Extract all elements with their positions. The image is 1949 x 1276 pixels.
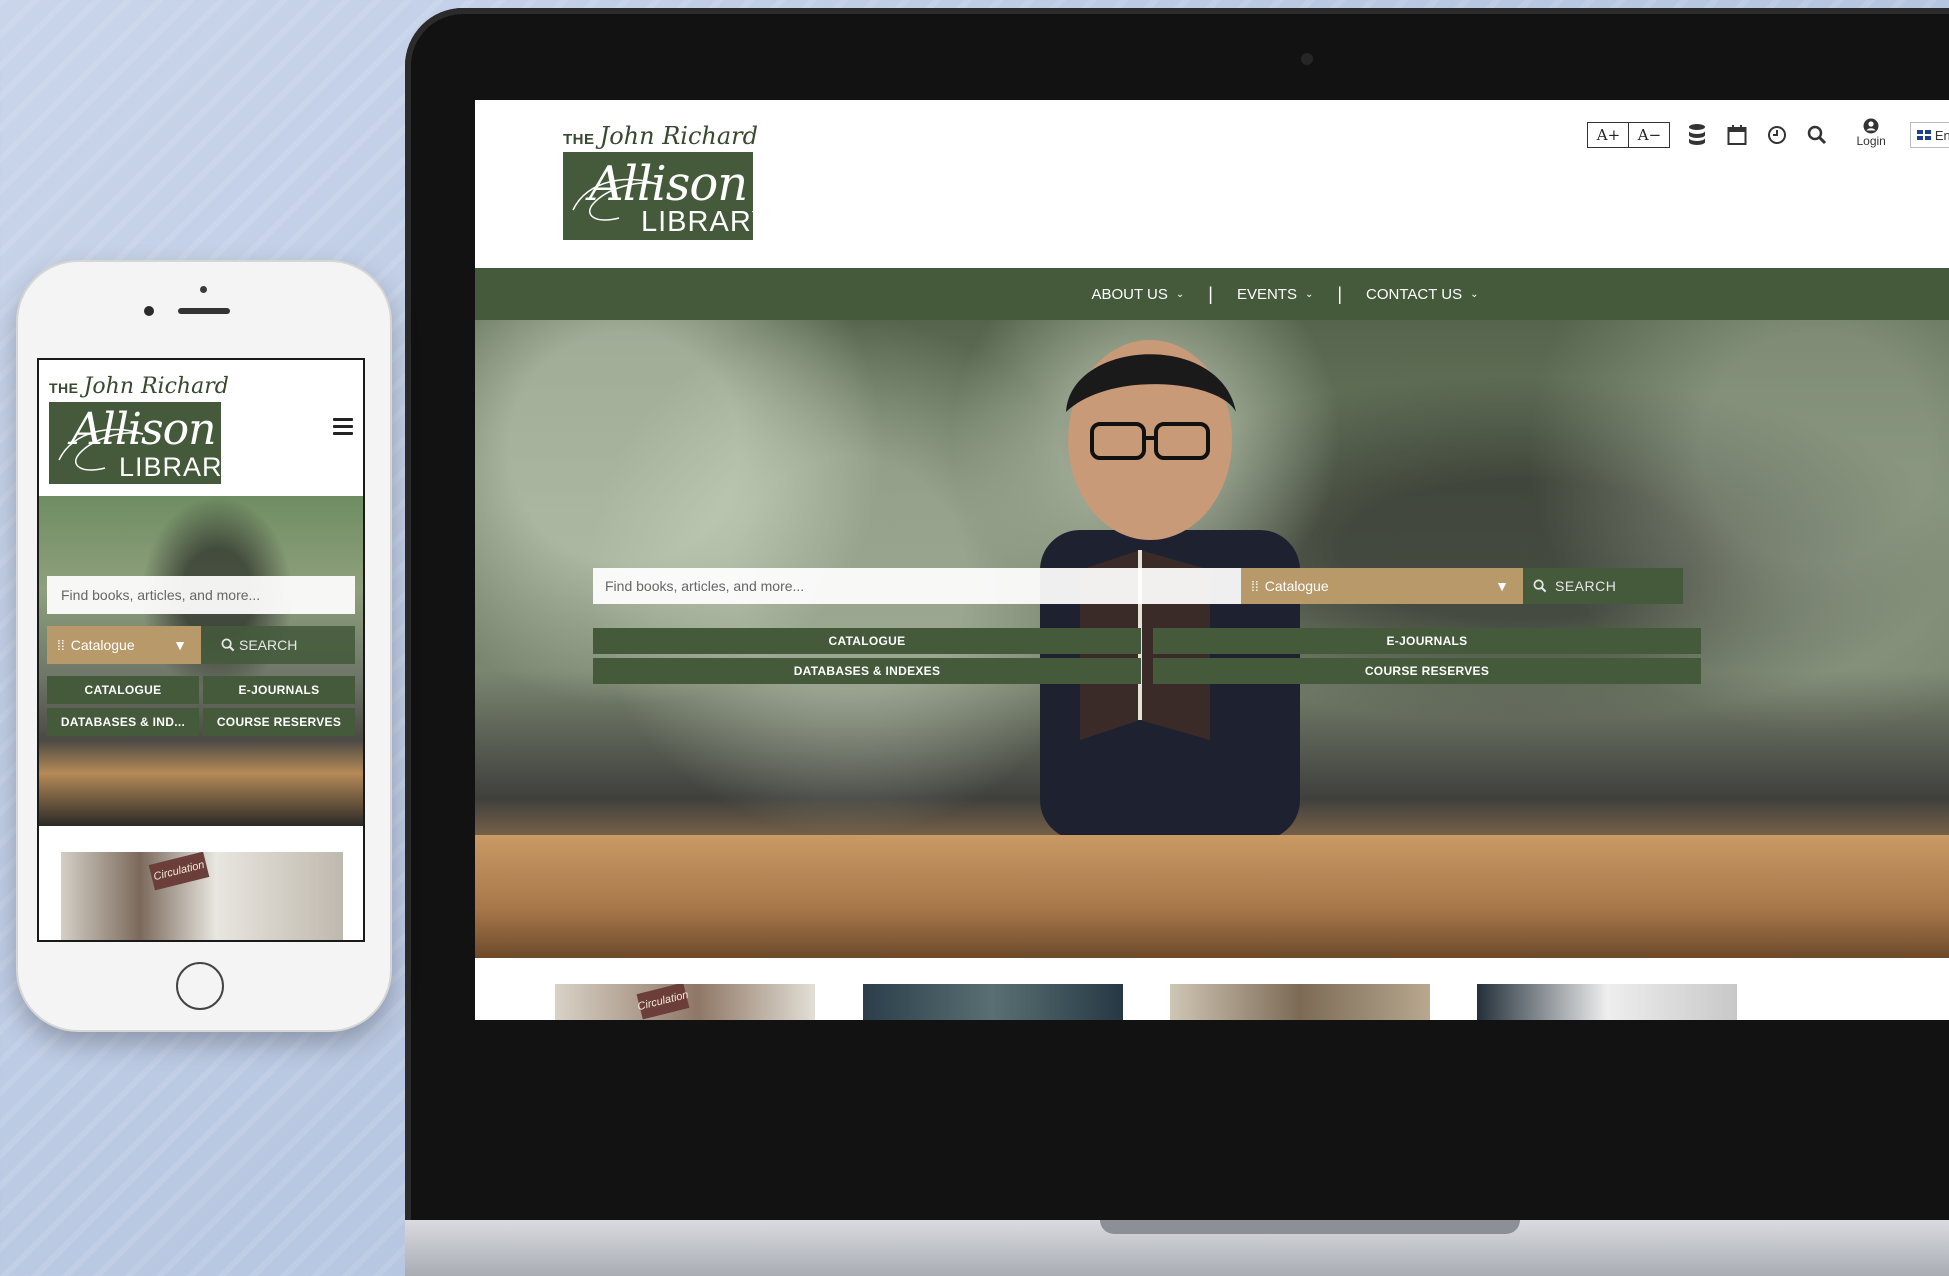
nav-item-contact-us[interactable]: CONTACT US ⌄	[1342, 286, 1503, 303]
font-size-controls: A+ A−	[1587, 122, 1671, 148]
quick-link-course-reserves[interactable]: COURSE RESERVES	[1153, 658, 1701, 684]
hero-banner: ⁞⁞ Catalogue ▼ SEARCH CATALOGUE E-JOURNA…	[475, 320, 1949, 958]
hero-table	[475, 835, 1949, 958]
home-button[interactable]	[176, 962, 224, 1010]
quick-link-databases[interactable]: DATABASES & INDEXES	[593, 658, 1141, 684]
font-increase-button[interactable]: A+	[1588, 123, 1630, 147]
logo-allison: Allison	[589, 156, 748, 212]
logo-title-line: THE John Richard	[563, 122, 758, 150]
mobile-hero: Find books, articles, and more... ⁞⁞ Cat…	[39, 496, 363, 826]
mobile-header: THE John Richard Allison LIBRARY	[39, 360, 363, 496]
logo-name: John Richard	[83, 374, 229, 399]
grid-icon: ⁞⁞	[1251, 578, 1259, 594]
search-icon	[1533, 579, 1547, 593]
main-nav: ABOUT US ⌄ | EVENTS ⌄ | CONTACT US ⌄	[475, 268, 1949, 320]
quick-link-e-journals[interactable]: E-JOURNALS	[1153, 628, 1701, 654]
user-icon	[1863, 118, 1879, 134]
nav-label: ABOUT US	[1091, 285, 1168, 303]
laptop-camera	[1301, 53, 1313, 65]
login-button[interactable]: Login	[1856, 118, 1886, 148]
header-tools: A+ A− Login En	[1587, 118, 1949, 168]
uk-flag-icon	[1916, 130, 1931, 140]
feature-thumbnail[interactable]: Circulation	[555, 984, 815, 1024]
mobile-search-button[interactable]: SEARCH	[201, 626, 355, 664]
mobile-scope-select[interactable]: ⁞⁞ Catalogue ▼	[47, 626, 201, 664]
phone-camera	[144, 306, 154, 316]
search-button[interactable]: SEARCH	[1523, 568, 1683, 604]
logo-name: John Richard	[599, 122, 758, 150]
feature-thumbnail[interactable]: Circulation	[61, 852, 343, 940]
mobile-search-controls: ⁞⁞ Catalogue ▼ SEARCH	[47, 626, 355, 664]
nav-label: EVENTS	[1236, 285, 1297, 303]
mobile-feature-section: Circulation	[39, 826, 363, 940]
phone-speaker	[178, 308, 230, 314]
quick-links: CATALOGUE E-JOURNALS DATABASES & INDEXES…	[593, 628, 1949, 684]
feature-thumbnail[interactable]	[1477, 984, 1737, 1024]
mobile-quick-links: CATALOGUE E-JOURNALS DATABASES & IND... …	[47, 676, 355, 736]
search-icon[interactable]	[1804, 120, 1830, 150]
nav-item-events[interactable]: EVENTS ⌄	[1213, 286, 1337, 303]
circulation-sign: Circulation	[148, 852, 210, 891]
clock-icon[interactable]	[1764, 120, 1790, 150]
search-button-label: SEARCH	[1555, 578, 1617, 594]
hamburger-menu-icon[interactable]	[333, 418, 353, 435]
login-label: Login	[1856, 134, 1886, 148]
feature-thumbnail[interactable]	[1170, 984, 1430, 1024]
quick-link-e-journals[interactable]: E-JOURNALS	[203, 676, 355, 704]
logo-box: Allison LIBRARY	[563, 152, 771, 240]
font-decrease-button[interactable]: A−	[1629, 123, 1670, 147]
phone-frame: THE John Richard Allison LIBRARY Find bo…	[18, 262, 390, 1030]
grid-icon: ⁞⁞	[57, 637, 65, 653]
language-label: Eng	[1934, 127, 1949, 143]
nav-item-about-us[interactable]: ABOUT US ⌄	[1067, 286, 1208, 303]
site-header: THE John Richard Allison LIBRARY A+ A− L…	[475, 100, 1949, 260]
logo-library: LIBRARY	[641, 206, 772, 238]
scope-value: Catalogue	[1264, 578, 1329, 594]
chevron-down-icon: ⌄	[1175, 288, 1185, 300]
search-bar: ⁞⁞ Catalogue ▼ SEARCH	[593, 568, 1949, 604]
logo-allison: Allison	[71, 404, 216, 455]
search-scope-select[interactable]: ⁞⁞ Catalogue ▼	[1241, 568, 1523, 604]
logo-library: LIBRARY	[119, 452, 242, 482]
library-logo[interactable]: THE John Richard Allison LIBRARY	[563, 122, 771, 240]
laptop-notch	[1100, 1220, 1520, 1234]
calendar-icon[interactable]	[1724, 120, 1750, 150]
laptop-bezel-bottom	[475, 1020, 1949, 1150]
language-selector[interactable]: Eng	[1909, 122, 1949, 148]
caret-down-icon: ▼	[1495, 578, 1509, 594]
library-logo[interactable]: THE John Richard Allison LIBRARY	[49, 374, 240, 484]
logo-box: Allison LIBRARY	[49, 402, 240, 484]
mobile-website: THE John Richard Allison LIBRARY Find bo…	[37, 358, 365, 942]
quick-link-catalogue[interactable]: CATALOGUE	[593, 628, 1141, 654]
caret-down-icon: ▼	[173, 637, 187, 653]
laptop-frame: THE John Richard Allison LIBRARY A+ A− L…	[405, 8, 1949, 1276]
logo-title-line: THE John Richard	[49, 374, 229, 399]
chevron-down-icon: ⌄	[1470, 288, 1479, 300]
search-button-label: SEARCH	[239, 637, 298, 653]
logo-the: THE	[563, 131, 595, 148]
desktop-website: THE John Richard Allison LIBRARY A+ A− L…	[475, 100, 1949, 1150]
quick-link-catalogue[interactable]: CATALOGUE	[47, 676, 199, 704]
phone-sensor	[200, 286, 207, 293]
nav-label: CONTACT US	[1366, 285, 1463, 303]
feature-thumbnail[interactable]	[863, 984, 1123, 1024]
quick-link-course-reserves[interactable]: COURSE RESERVES	[203, 708, 355, 736]
quick-link-databases[interactable]: DATABASES & IND...	[47, 708, 199, 736]
search-icon	[221, 638, 235, 652]
circulation-sign: Circulation	[636, 984, 690, 1020]
database-icon[interactable]	[1684, 120, 1710, 150]
chevron-down-icon: ⌄	[1304, 288, 1314, 300]
logo-the: THE	[49, 380, 79, 396]
scope-value: Catalogue	[70, 637, 135, 653]
mobile-search-input[interactable]: Find books, articles, and more...	[47, 576, 355, 614]
search-input[interactable]	[593, 568, 1241, 604]
